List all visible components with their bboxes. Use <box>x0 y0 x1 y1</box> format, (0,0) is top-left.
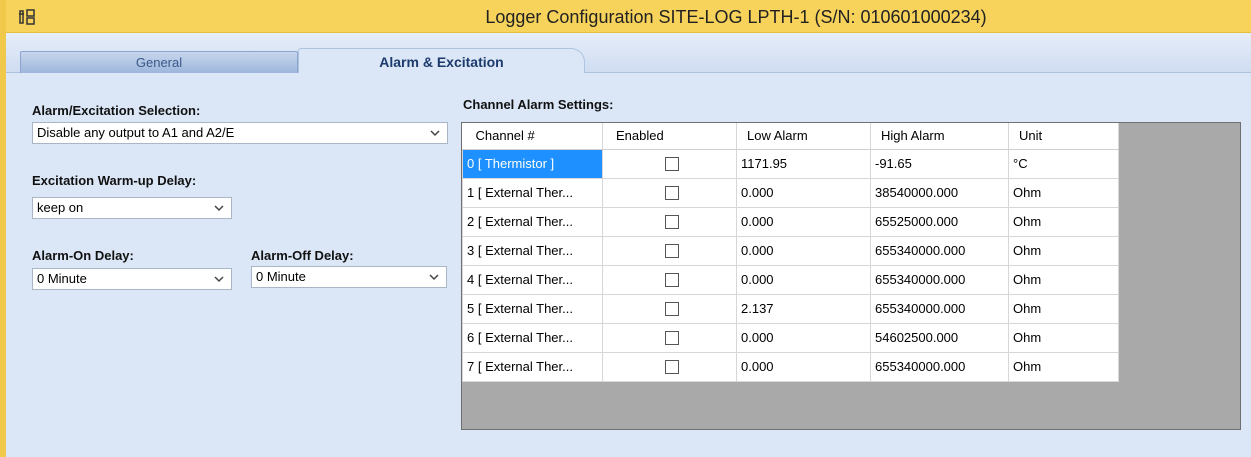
warmup-delay-label: Excitation Warm-up Delay: <box>32 173 197 188</box>
enabled-cell[interactable] <box>602 235 737 266</box>
tab-alarm-excitation[interactable]: Alarm & Excitation <box>298 48 585 74</box>
channel-alarm-grid: Channel # Enabled Low Alarm High Alarm U… <box>461 122 1241 430</box>
low-alarm-cell[interactable]: 0.000 <box>736 235 871 266</box>
enabled-cell[interactable] <box>602 264 737 295</box>
unit-cell[interactable]: Ohm <box>1008 293 1119 324</box>
enabled-checkbox[interactable] <box>664 273 679 288</box>
enabled-checkbox[interactable] <box>664 186 679 201</box>
tab-general[interactable]: General <box>20 51 298 73</box>
alarm-off-delay-label: Alarm-Off Delay: <box>251 248 354 263</box>
low-alarm-cell[interactable]: 0.000 <box>736 264 871 295</box>
alarm-excitation-select[interactable]: Disable any output to A1 and A2/E <box>32 122 448 144</box>
warmup-delay-select[interactable]: keep on <box>32 197 232 219</box>
warmup-delay-select-value: keep on <box>37 200 84 215</box>
window-title: Logger Configuration SITE-LOG LPTH-1 (S/… <box>485 7 987 27</box>
enabled-cell[interactable] <box>602 351 737 382</box>
low-alarm-cell[interactable]: 0.000 <box>736 322 871 353</box>
unit-cell[interactable]: Ohm <box>1008 206 1119 237</box>
enabled-checkbox[interactable] <box>664 157 679 172</box>
column-header-channel[interactable]: Channel # <box>462 123 603 150</box>
unit-cell[interactable]: Ohm <box>1008 235 1119 266</box>
unit-cell[interactable]: Ohm <box>1008 322 1119 353</box>
table-header-row: Channel # Enabled Low Alarm High Alarm U… <box>462 123 1119 150</box>
tab-strip: General Alarm & Excitation <box>6 33 1251 74</box>
unit-cell[interactable]: Ohm <box>1008 264 1119 295</box>
unit-cell[interactable]: Ohm <box>1008 177 1119 208</box>
low-alarm-cell[interactable]: 2.137 <box>736 293 871 324</box>
enabled-cell[interactable] <box>602 322 737 353</box>
high-alarm-cell[interactable]: 38540000.000 <box>870 177 1009 208</box>
high-alarm-cell[interactable]: 655340000.000 <box>870 264 1009 295</box>
enabled-checkbox[interactable] <box>664 244 679 259</box>
alarm-on-delay-select[interactable]: 0 Minute <box>32 268 232 290</box>
low-alarm-cell[interactable]: 0.000 <box>736 351 871 382</box>
table-row[interactable]: 7 [ External Ther... 0.000 655340000.000… <box>462 351 1119 382</box>
table-row[interactable]: 6 [ External Ther... 0.000 54602500.000 … <box>462 322 1119 353</box>
column-header-low-alarm[interactable]: Low Alarm <box>736 123 871 150</box>
high-alarm-cell[interactable]: 655340000.000 <box>870 351 1009 382</box>
table-row[interactable]: 2 [ External Ther... 0.000 65525000.000 … <box>462 206 1119 237</box>
channel-cell[interactable]: 7 [ External Ther... <box>462 351 603 382</box>
channel-cell[interactable]: 1 [ External Ther... <box>462 177 603 208</box>
table-row[interactable]: 5 [ External Ther... 2.137 655340000.000… <box>462 293 1119 324</box>
high-alarm-cell[interactable]: -91.65 <box>870 148 1009 179</box>
low-alarm-cell[interactable]: 0.000 <box>736 177 871 208</box>
table-row[interactable]: 0 [ Thermistor ] 1171.95 -91.65 °C <box>462 148 1119 179</box>
alarm-excitation-selection-label: Alarm/Excitation Selection: <box>32 103 201 118</box>
alarm-off-delay-select[interactable]: 0 Minute <box>251 266 447 288</box>
alarm-on-delay-label: Alarm-On Delay: <box>32 248 134 263</box>
enabled-cell[interactable] <box>602 206 737 237</box>
alarm-on-delay-select-value: 0 Minute <box>37 271 87 286</box>
channel-cell[interactable]: 0 [ Thermistor ] <box>462 148 603 179</box>
high-alarm-cell[interactable]: 54602500.000 <box>870 322 1009 353</box>
chevron-down-icon <box>214 276 224 283</box>
enabled-checkbox[interactable] <box>664 360 679 375</box>
column-header-enabled[interactable]: Enabled <box>602 123 737 150</box>
enabled-cell[interactable] <box>602 293 737 324</box>
channel-cell[interactable]: 6 [ External Ther... <box>462 322 603 353</box>
high-alarm-cell[interactable]: 655340000.000 <box>870 235 1009 266</box>
title-bar: Logger Configuration SITE-LOG LPTH-1 (S/… <box>6 0 1251 33</box>
alarm-excitation-select-value: Disable any output to A1 and A2/E <box>37 125 235 140</box>
alarm-off-delay-select-value: 0 Minute <box>256 269 306 284</box>
channel-alarm-settings-label: Channel Alarm Settings: <box>463 97 614 112</box>
channel-cell[interactable]: 3 [ External Ther... <box>462 235 603 266</box>
low-alarm-cell[interactable]: 0.000 <box>736 206 871 237</box>
logger-config-icon <box>19 9 35 25</box>
chevron-down-icon <box>430 130 440 137</box>
channel-cell[interactable]: 2 [ External Ther... <box>462 206 603 237</box>
channel-cell[interactable]: 5 [ External Ther... <box>462 293 603 324</box>
table-row[interactable]: 1 [ External Ther... 0.000 38540000.000 … <box>462 177 1119 208</box>
low-alarm-cell[interactable]: 1171.95 <box>736 148 871 179</box>
enabled-cell[interactable] <box>602 177 737 208</box>
chevron-down-icon <box>429 274 439 281</box>
logger-config-window: Logger Configuration SITE-LOG LPTH-1 (S/… <box>0 0 1251 457</box>
enabled-cell[interactable] <box>602 148 737 179</box>
table-row[interactable]: 3 [ External Ther... 0.000 655340000.000… <box>462 235 1119 266</box>
enabled-checkbox[interactable] <box>664 215 679 230</box>
enabled-checkbox[interactable] <box>664 331 679 346</box>
column-header-unit[interactable]: Unit <box>1008 123 1119 150</box>
table-row[interactable]: 4 [ External Ther... 0.000 655340000.000… <box>462 264 1119 295</box>
alarm-excitation-panel: Alarm/Excitation Selection: Disable any … <box>6 73 1251 457</box>
unit-cell[interactable]: °C <box>1008 148 1119 179</box>
channel-alarm-table: Channel # Enabled Low Alarm High Alarm U… <box>462 123 1119 382</box>
unit-cell[interactable]: Ohm <box>1008 351 1119 382</box>
high-alarm-cell[interactable]: 65525000.000 <box>870 206 1009 237</box>
channel-cell[interactable]: 4 [ External Ther... <box>462 264 603 295</box>
chevron-down-icon <box>214 205 224 212</box>
enabled-checkbox[interactable] <box>664 302 679 317</box>
column-header-high-alarm[interactable]: High Alarm <box>870 123 1009 150</box>
high-alarm-cell[interactable]: 655340000.000 <box>870 293 1009 324</box>
